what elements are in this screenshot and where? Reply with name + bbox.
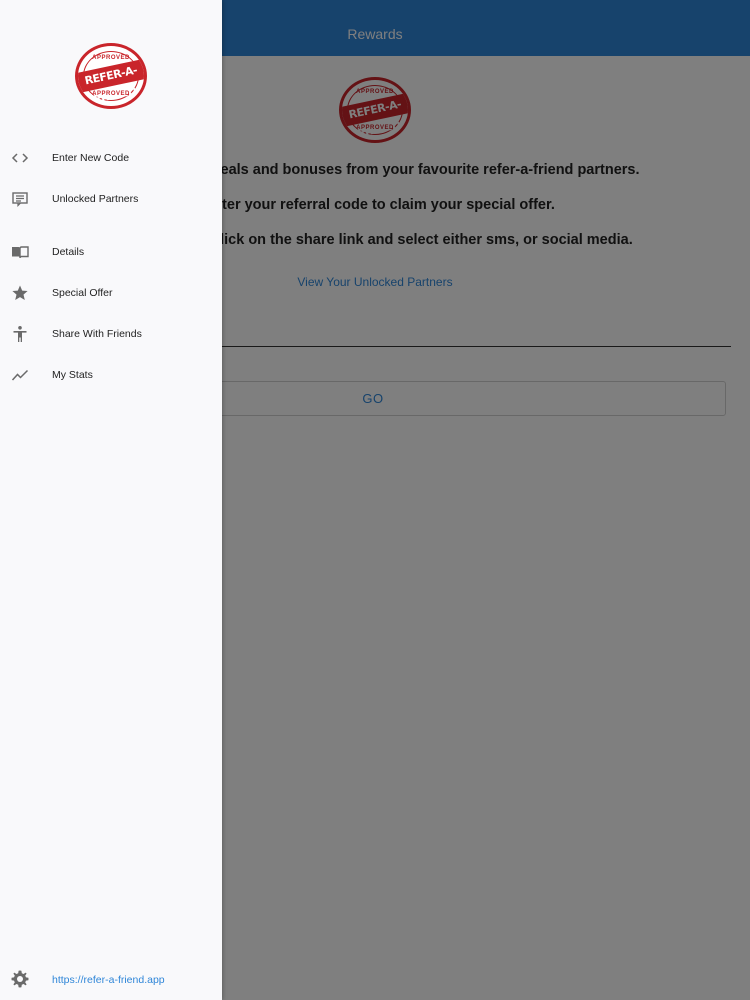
nav-item-label: Share With Friends	[52, 328, 142, 340]
app-window: Rewards APPROVED REFER-A-FRIEND APPROVED…	[0, 0, 750, 1000]
trending-line-icon	[10, 365, 30, 385]
website-link[interactable]: https://refer-a-friend.app	[52, 974, 165, 986]
nav-item-label: Special Offer	[52, 287, 113, 299]
nav-item-label: Enter New Code	[52, 152, 130, 164]
navigation-drawer: APPROVED REFER-A-FRIEND APPROVED Enter N…	[0, 0, 222, 1000]
nav-item-special-offer[interactable]: Special Offer	[0, 273, 222, 313]
code-brackets-icon	[10, 148, 30, 168]
nav-item-unlocked-partners[interactable]: Unlocked Partners	[0, 179, 222, 219]
drawer-logo: APPROVED REFER-A-FRIEND APPROVED	[75, 43, 147, 109]
nav-item-share-with-friends[interactable]: Share With Friends	[0, 314, 222, 354]
nav-item-label: Details	[52, 246, 85, 258]
nav-item-label: Unlocked Partners	[52, 193, 139, 205]
person-icon	[10, 324, 30, 344]
message-list-icon	[10, 189, 30, 209]
nav-item-label: My Stats	[52, 369, 93, 381]
nav-item-my-stats[interactable]: My Stats	[0, 355, 222, 395]
gear-icon[interactable]	[10, 969, 30, 989]
star-icon	[10, 283, 30, 303]
nav-item-details[interactable]: Details	[0, 232, 222, 272]
nav-item-enter-new-code[interactable]: Enter New Code	[0, 138, 222, 178]
book-icon	[10, 242, 30, 262]
